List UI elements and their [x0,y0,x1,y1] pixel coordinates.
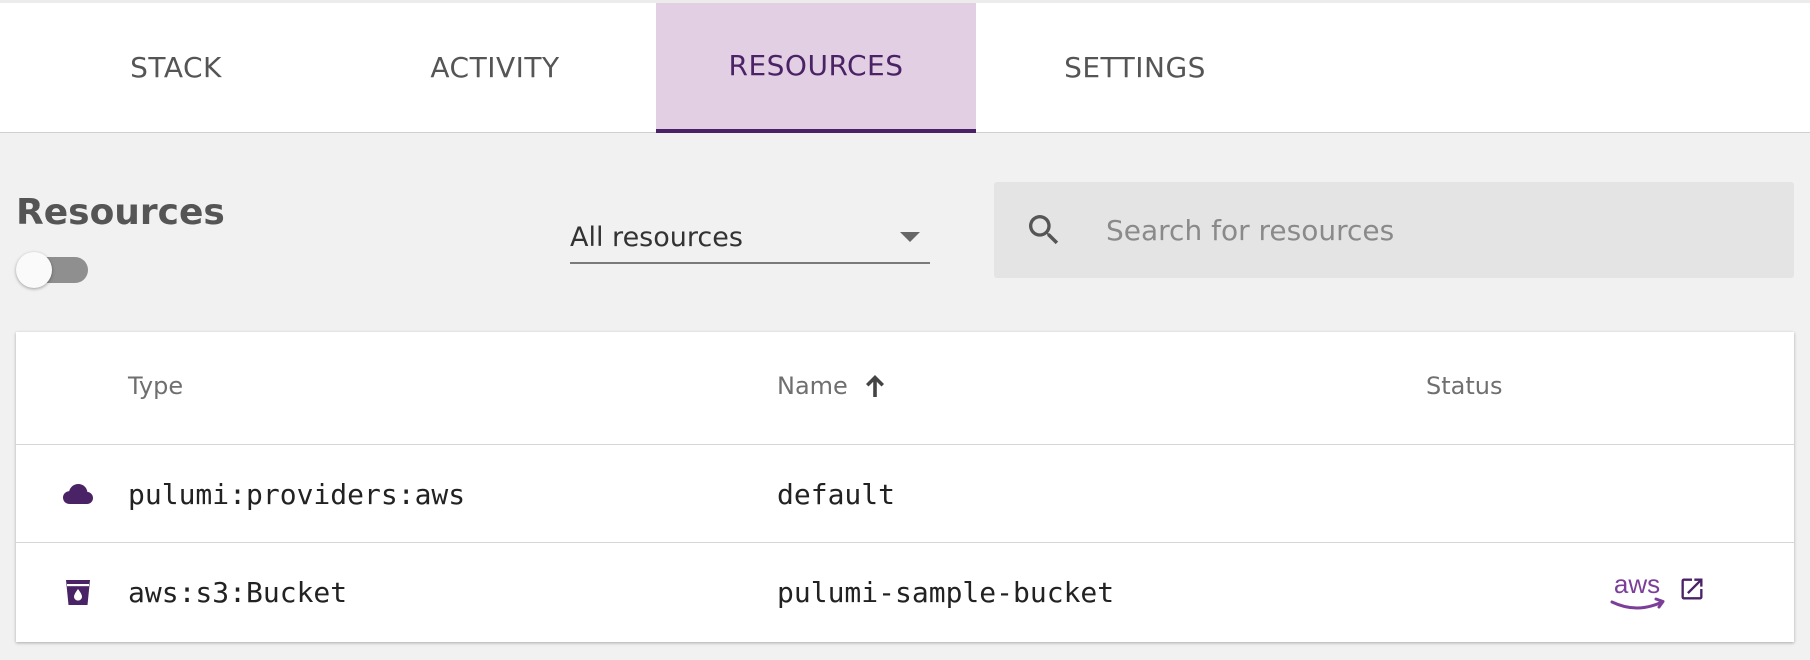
tab-resources[interactable]: RESOURCES [656,3,976,133]
column-header-type[interactable]: Type [128,372,183,400]
column-header-name[interactable]: Name [777,372,886,400]
column-header-label: Status [1426,372,1503,400]
resource-type: aws:s3:Bucket [128,576,348,609]
table-row[interactable]: aws:s3:Bucket pulumi-sample-bucket aws [16,543,1794,641]
resource-name[interactable]: default [777,478,895,511]
table-header: Type Name Status [16,332,1794,445]
toggle-thumb [16,252,52,288]
tab-bar: STACK ACTIVITY RESOURCES SETTINGS [0,0,1810,133]
column-header-status[interactable]: Status [1426,372,1502,400]
resource-name[interactable]: pulumi-sample-bucket [777,576,1114,609]
search-input[interactable] [1106,200,1766,260]
column-header-label: Name [777,372,848,400]
caret-down-icon [900,232,920,242]
cloud-icon [63,484,93,504]
view-toggle[interactable] [16,252,88,288]
external-link-icon[interactable] [1678,575,1706,603]
resource-type: pulumi:providers:aws [128,478,466,511]
search-icon [1029,215,1059,245]
aws-logo-icon: aws [1610,571,1665,610]
tab-settings[interactable]: SETTINGS [975,3,1295,133]
search-box [994,182,1794,278]
bucket-icon [66,580,90,605]
svg-text:aws: aws [1614,571,1660,599]
page-title: Resources [16,192,225,233]
table-row[interactable]: pulumi:providers:aws default [16,445,1794,543]
tab-stack[interactable]: STACK [16,3,336,133]
resource-filter-value: All resources [570,222,743,253]
resources-table: Type Name Status pulumi:providers:aws de… [16,332,1794,642]
tab-activity[interactable]: ACTIVITY [335,3,655,133]
sort-ascending-icon[interactable] [864,373,886,399]
column-header-label: Type [128,372,184,400]
resource-filter-select[interactable]: All resources [570,216,930,264]
